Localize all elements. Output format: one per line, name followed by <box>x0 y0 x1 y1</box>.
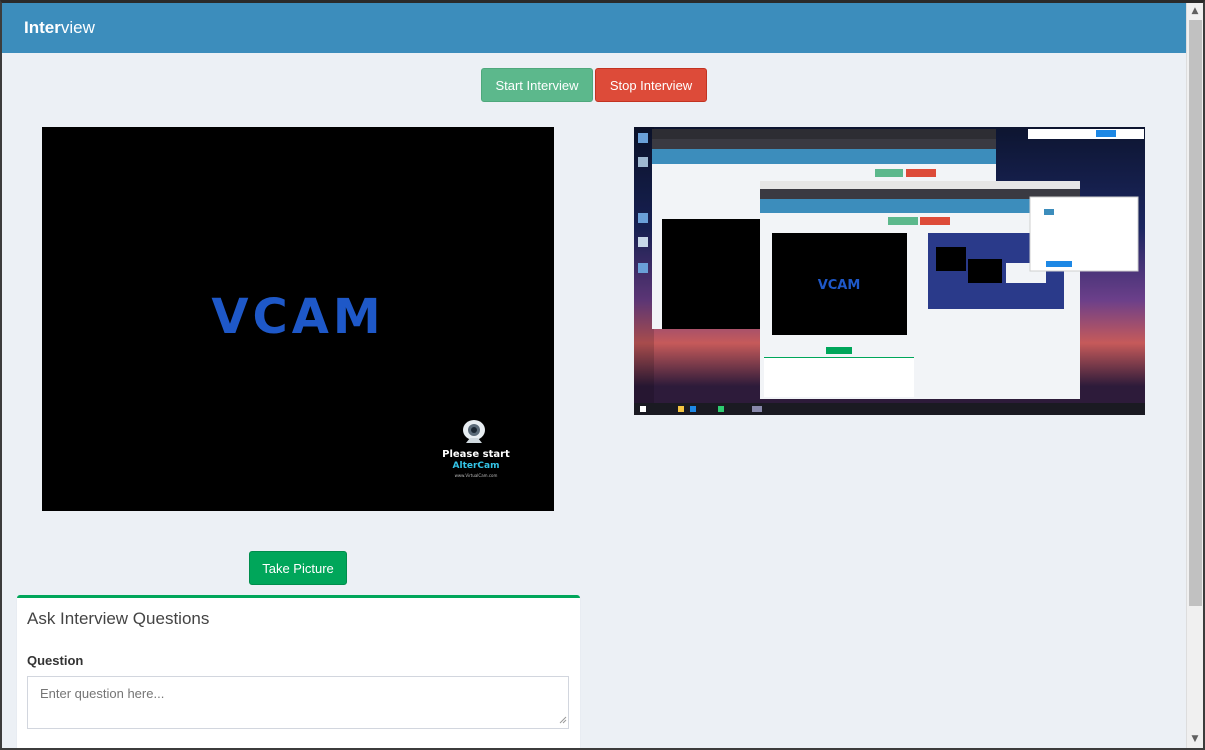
svg-text:VCAM: VCAM <box>818 278 861 293</box>
scroll-down-arrow-icon[interactable]: ▼ <box>1187 731 1203 748</box>
video-logo-text: VCAM <box>211 289 385 345</box>
altercam-badge: Please start AlterCam www.VirtualCam.com <box>434 419 518 487</box>
screen-share-preview: VCAM <box>634 127 1145 415</box>
page-title: Interview <box>24 18 95 38</box>
screen-share-image: VCAM <box>634 127 1145 415</box>
vertical-scrollbar[interactable]: ▲ ▼ <box>1186 3 1203 748</box>
question-label: Question <box>27 653 84 668</box>
start-interview-button[interactable]: Start Interview <box>481 68 593 102</box>
page-header: Interview <box>2 3 1186 53</box>
resize-grip-icon[interactable] <box>559 716 567 724</box>
webcam-video: VCAM Please start AlterCam www.VirtualCa… <box>42 127 554 511</box>
page-title-light: view <box>60 18 95 37</box>
scrollbar-thumb[interactable] <box>1189 20 1202 606</box>
stop-interview-button[interactable]: Stop Interview <box>595 68 707 102</box>
badge-line-3: www.VirtualCam.com <box>454 473 498 478</box>
badge-line-1: Please start <box>442 449 510 460</box>
questions-panel-title: Ask Interview Questions <box>27 609 210 628</box>
webcam-icon <box>463 420 485 443</box>
app-window: Interview ▲ ▼ Start Interview Stop Inter… <box>0 0 1205 750</box>
take-picture-button[interactable]: Take Picture <box>249 551 347 585</box>
page-title-bold: Inter <box>24 18 61 37</box>
questions-panel: Ask Interview Questions Question <box>17 595 580 748</box>
question-textarea[interactable] <box>27 676 569 729</box>
scroll-up-arrow-icon[interactable]: ▲ <box>1187 3 1203 20</box>
badge-line-2: AlterCam <box>452 461 500 471</box>
